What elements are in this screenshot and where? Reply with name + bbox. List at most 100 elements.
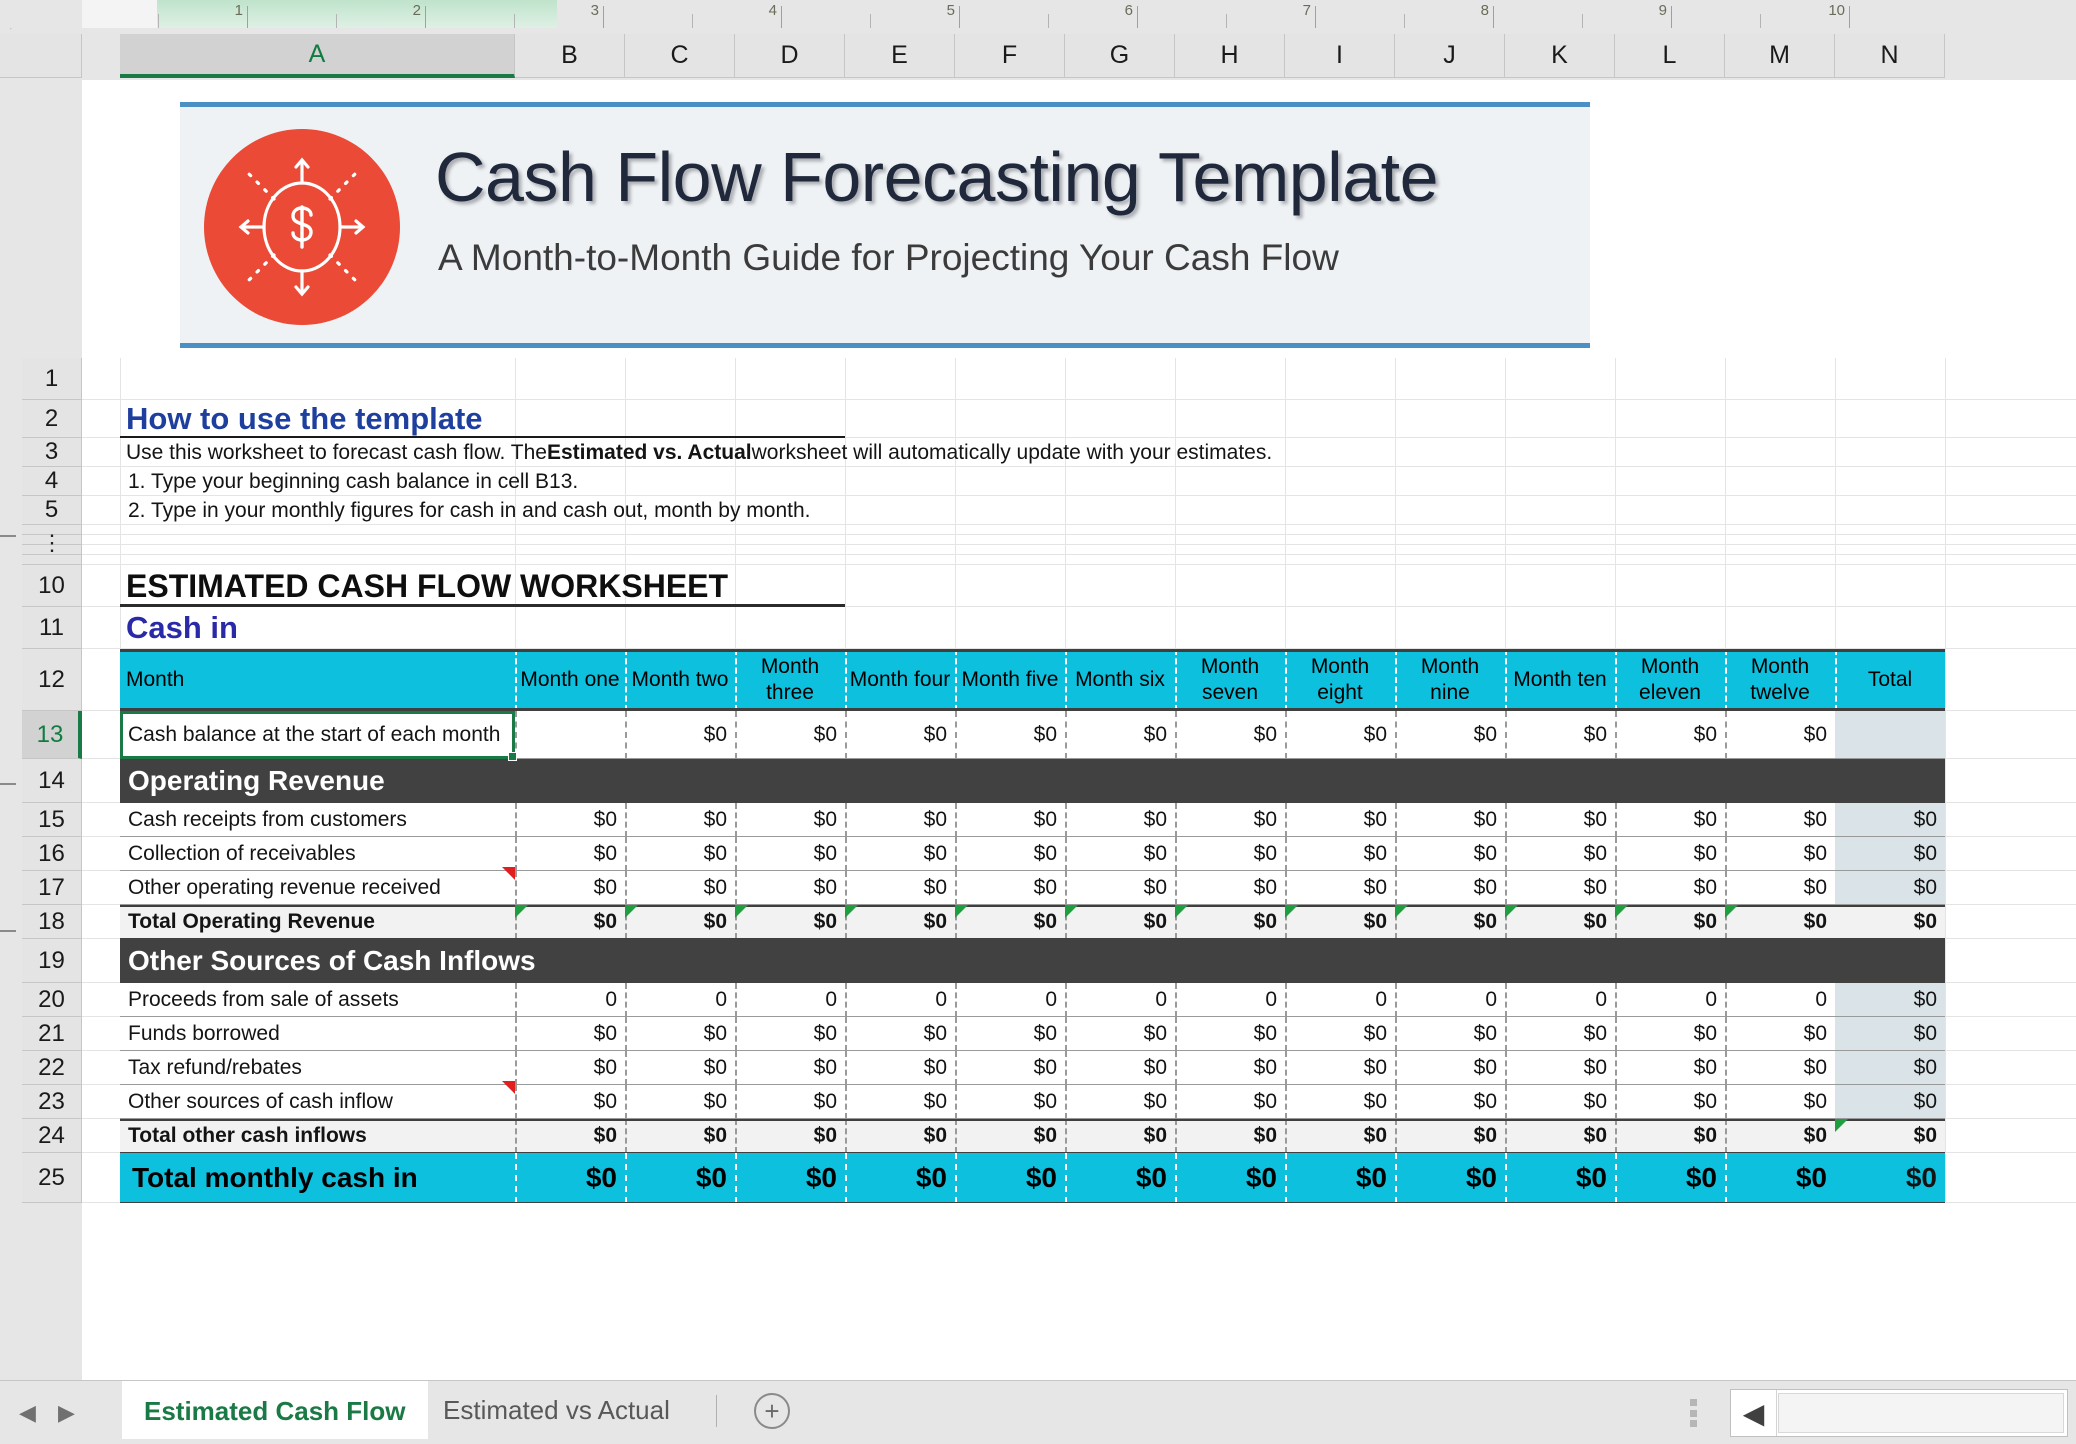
row-header-13[interactable]: 13 xyxy=(22,711,82,759)
cell-22-9[interactable]: $0 xyxy=(1395,1051,1505,1085)
cell-25-10[interactable]: $0 xyxy=(1505,1153,1615,1203)
row-label-16[interactable]: Collection of receivables xyxy=(120,837,515,871)
cell-18-12[interactable]: $0 xyxy=(1725,905,1835,939)
column-header-e[interactable]: E xyxy=(845,34,955,78)
row-header-3[interactable]: 3 xyxy=(22,438,82,467)
outline-group-line[interactable] xyxy=(0,783,16,785)
cell-23-4[interactable]: $0 xyxy=(845,1085,955,1119)
cell-23-5[interactable]: $0 xyxy=(955,1085,1065,1119)
cell-23-8[interactable]: $0 xyxy=(1285,1085,1395,1119)
cell-13-1[interactable] xyxy=(515,711,625,759)
column-header-h[interactable]: H xyxy=(1175,34,1285,78)
cell-18-5[interactable]: $0 xyxy=(955,905,1065,939)
cell-23-7[interactable]: $0 xyxy=(1175,1085,1285,1119)
cell-20-total[interactable]: $0 xyxy=(1835,983,1945,1017)
column-label-2[interactable]: Month two xyxy=(625,649,735,711)
cell-22-2[interactable]: $0 xyxy=(625,1051,735,1085)
row-header-22[interactable]: 22 xyxy=(22,1051,82,1085)
cell-23-11[interactable]: $0 xyxy=(1615,1085,1725,1119)
row-header-16[interactable]: 16 xyxy=(22,837,82,871)
sheet-nav-prev-icon[interactable]: ◀ xyxy=(19,1400,36,1426)
split-handle-dots-icon[interactable] xyxy=(1690,1399,1698,1427)
row-label-17[interactable]: Other operating revenue received xyxy=(120,871,515,905)
cell-15-7[interactable]: $0 xyxy=(1175,803,1285,837)
cell-18-3[interactable]: $0 xyxy=(735,905,845,939)
cell-24-8[interactable]: $0 xyxy=(1285,1119,1395,1153)
column-header-d[interactable]: D xyxy=(735,34,845,78)
cell-18-8[interactable]: $0 xyxy=(1285,905,1395,939)
section-header-14[interactable]: Operating Revenue xyxy=(120,759,1945,803)
cell-25-3[interactable]: $0 xyxy=(735,1153,845,1203)
cell-21-2[interactable]: $0 xyxy=(625,1017,735,1051)
cell-23-total[interactable]: $0 xyxy=(1835,1085,1945,1119)
cell-16-10[interactable]: $0 xyxy=(1505,837,1615,871)
cell-20-5[interactable]: 0 xyxy=(955,983,1065,1017)
row-header-19[interactable]: 19 xyxy=(22,939,82,983)
cell-24-10[interactable]: $0 xyxy=(1505,1119,1615,1153)
cell-23-2[interactable]: $0 xyxy=(625,1085,735,1119)
cell-20-8[interactable]: 0 xyxy=(1285,983,1395,1017)
cell-23-12[interactable]: $0 xyxy=(1725,1085,1835,1119)
cell-17-6[interactable]: $0 xyxy=(1065,871,1175,905)
cell-21-3[interactable]: $0 xyxy=(735,1017,845,1051)
cell-25-7[interactable]: $0 xyxy=(1175,1153,1285,1203)
cell-16-11[interactable]: $0 xyxy=(1615,837,1725,871)
cell-21-9[interactable]: $0 xyxy=(1395,1017,1505,1051)
cell-20-7[interactable]: 0 xyxy=(1175,983,1285,1017)
cell-16-9[interactable]: $0 xyxy=(1395,837,1505,871)
cell-23-3[interactable]: $0 xyxy=(735,1085,845,1119)
cell-17-total[interactable]: $0 xyxy=(1835,871,1945,905)
cell-17-12[interactable]: $0 xyxy=(1725,871,1835,905)
cell-24-1[interactable]: $0 xyxy=(515,1119,625,1153)
cell-15-total[interactable]: $0 xyxy=(1835,803,1945,837)
cell-18-2[interactable]: $0 xyxy=(625,905,735,939)
column-label-7[interactable]: Month seven xyxy=(1175,649,1285,711)
row-header-25[interactable]: 25 xyxy=(22,1153,82,1203)
cell-17-3[interactable]: $0 xyxy=(735,871,845,905)
cell-21-7[interactable]: $0 xyxy=(1175,1017,1285,1051)
row-header-4[interactable]: 4 xyxy=(22,467,82,496)
column-label-8[interactable]: Month eight xyxy=(1285,649,1395,711)
cell-21-6[interactable]: $0 xyxy=(1065,1017,1175,1051)
cell-17-2[interactable]: $0 xyxy=(625,871,735,905)
cell-13-11[interactable]: $0 xyxy=(1615,711,1725,759)
cell-21-8[interactable]: $0 xyxy=(1285,1017,1395,1051)
cell-17-11[interactable]: $0 xyxy=(1615,871,1725,905)
row-header-15[interactable]: 15 xyxy=(22,803,82,837)
cell-13-5[interactable]: $0 xyxy=(955,711,1065,759)
row-header-5[interactable]: 5 xyxy=(22,496,82,525)
sheet-tab-1[interactable]: Estimated Cash Flow xyxy=(122,1381,428,1439)
cell-25-6[interactable]: $0 xyxy=(1065,1153,1175,1203)
cell-20-10[interactable]: 0 xyxy=(1505,983,1615,1017)
cell-20-9[interactable]: 0 xyxy=(1395,983,1505,1017)
column-header-a[interactable]: A xyxy=(120,34,515,78)
row-label-25[interactable]: Total monthly cash in xyxy=(120,1153,515,1203)
cell-18-4[interactable]: $0 xyxy=(845,905,955,939)
cell-25-4[interactable]: $0 xyxy=(845,1153,955,1203)
cell-22-5[interactable]: $0 xyxy=(955,1051,1065,1085)
cell-23-1[interactable]: $0 xyxy=(515,1085,625,1119)
worksheet-grid[interactable]: Cash Flow Forecasting Template A Month-t… xyxy=(82,80,2076,1380)
column-header-m[interactable]: M xyxy=(1725,34,1835,78)
cell-22-6[interactable]: $0 xyxy=(1065,1051,1175,1085)
column-header-n[interactable]: N xyxy=(1835,34,1945,78)
cell-13-10[interactable]: $0 xyxy=(1505,711,1615,759)
cell-16-3[interactable]: $0 xyxy=(735,837,845,871)
column-label-12[interactable]: Month twelve xyxy=(1725,649,1835,711)
cell-16-12[interactable]: $0 xyxy=(1725,837,1835,871)
column-label-13[interactable]: Total xyxy=(1835,649,1945,711)
cell-16-1[interactable]: $0 xyxy=(515,837,625,871)
cell-15-9[interactable]: $0 xyxy=(1395,803,1505,837)
row-label-20[interactable]: Proceeds from sale of assets xyxy=(120,983,515,1017)
cell-21-total[interactable]: $0 xyxy=(1835,1017,1945,1051)
scroll-left-icon[interactable]: ◀ xyxy=(1731,1390,1777,1436)
cell-24-3[interactable]: $0 xyxy=(735,1119,845,1153)
cell-13-3[interactable]: $0 xyxy=(735,711,845,759)
cell-25-11[interactable]: $0 xyxy=(1615,1153,1725,1203)
cell-18-total[interactable]: $0 xyxy=(1835,905,1945,939)
row-header-20[interactable]: 20 xyxy=(22,983,82,1017)
cell-13-12[interactable]: $0 xyxy=(1725,711,1835,759)
sheet-tab-2[interactable]: Estimated vs Actual xyxy=(421,1381,692,1439)
cell-21-1[interactable]: $0 xyxy=(515,1017,625,1051)
cell-17-9[interactable]: $0 xyxy=(1395,871,1505,905)
